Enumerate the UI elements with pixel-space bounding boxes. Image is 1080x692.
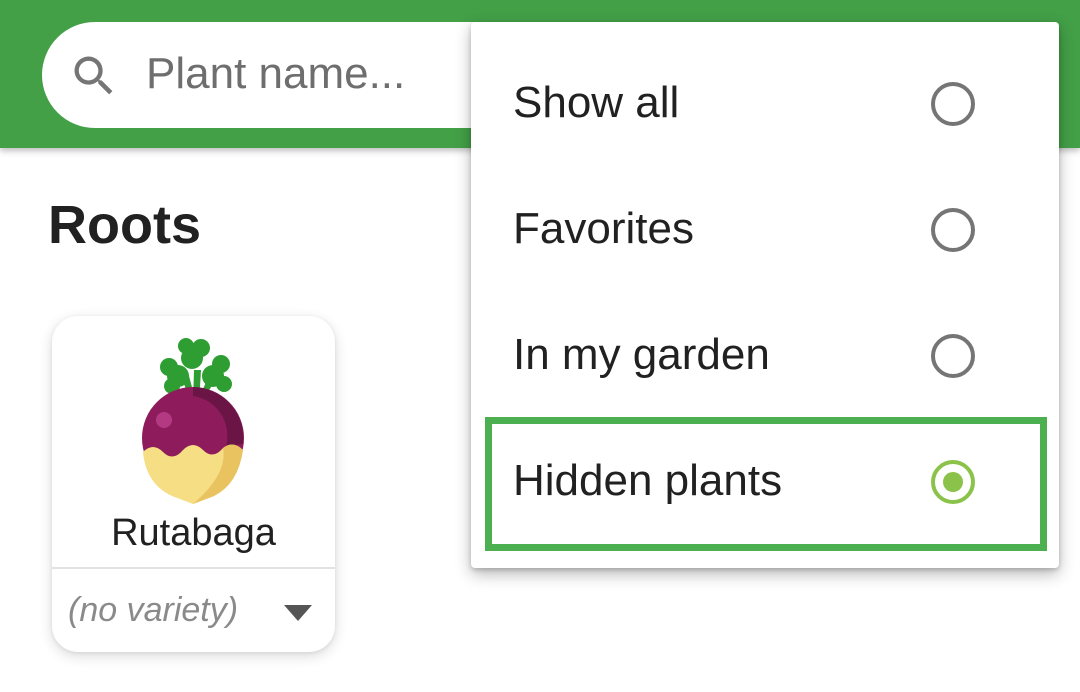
- menu-item-label: Favorites: [513, 204, 694, 253]
- caret-down-icon[interactable]: [284, 605, 312, 621]
- radio-unselected-icon[interactable]: [929, 206, 977, 254]
- search-input[interactable]: [146, 30, 476, 118]
- variety-dropdown[interactable]: (no variety): [52, 569, 335, 652]
- menu-item-label: Show all: [513, 78, 680, 127]
- menu-item-label: In my garden: [513, 330, 770, 379]
- menu-item-show-all[interactable]: Show all: [471, 42, 1059, 168]
- variety-label: (no variety): [68, 591, 239, 629]
- menu-item-favorites[interactable]: Favorites: [471, 168, 1059, 294]
- plant-name: Rutabaga: [111, 512, 276, 554]
- rutabaga-icon: [142, 338, 244, 504]
- radio-unselected-icon[interactable]: [929, 80, 977, 128]
- plant-card[interactable]: Rutabaga (no variety): [52, 316, 335, 652]
- menu-item-in-my-garden[interactable]: In my garden: [471, 294, 1059, 420]
- search-icon[interactable]: [68, 50, 120, 102]
- radio-unselected-icon[interactable]: [929, 332, 977, 380]
- selection-highlight: [485, 417, 1047, 551]
- section-title: Roots: [48, 195, 201, 255]
